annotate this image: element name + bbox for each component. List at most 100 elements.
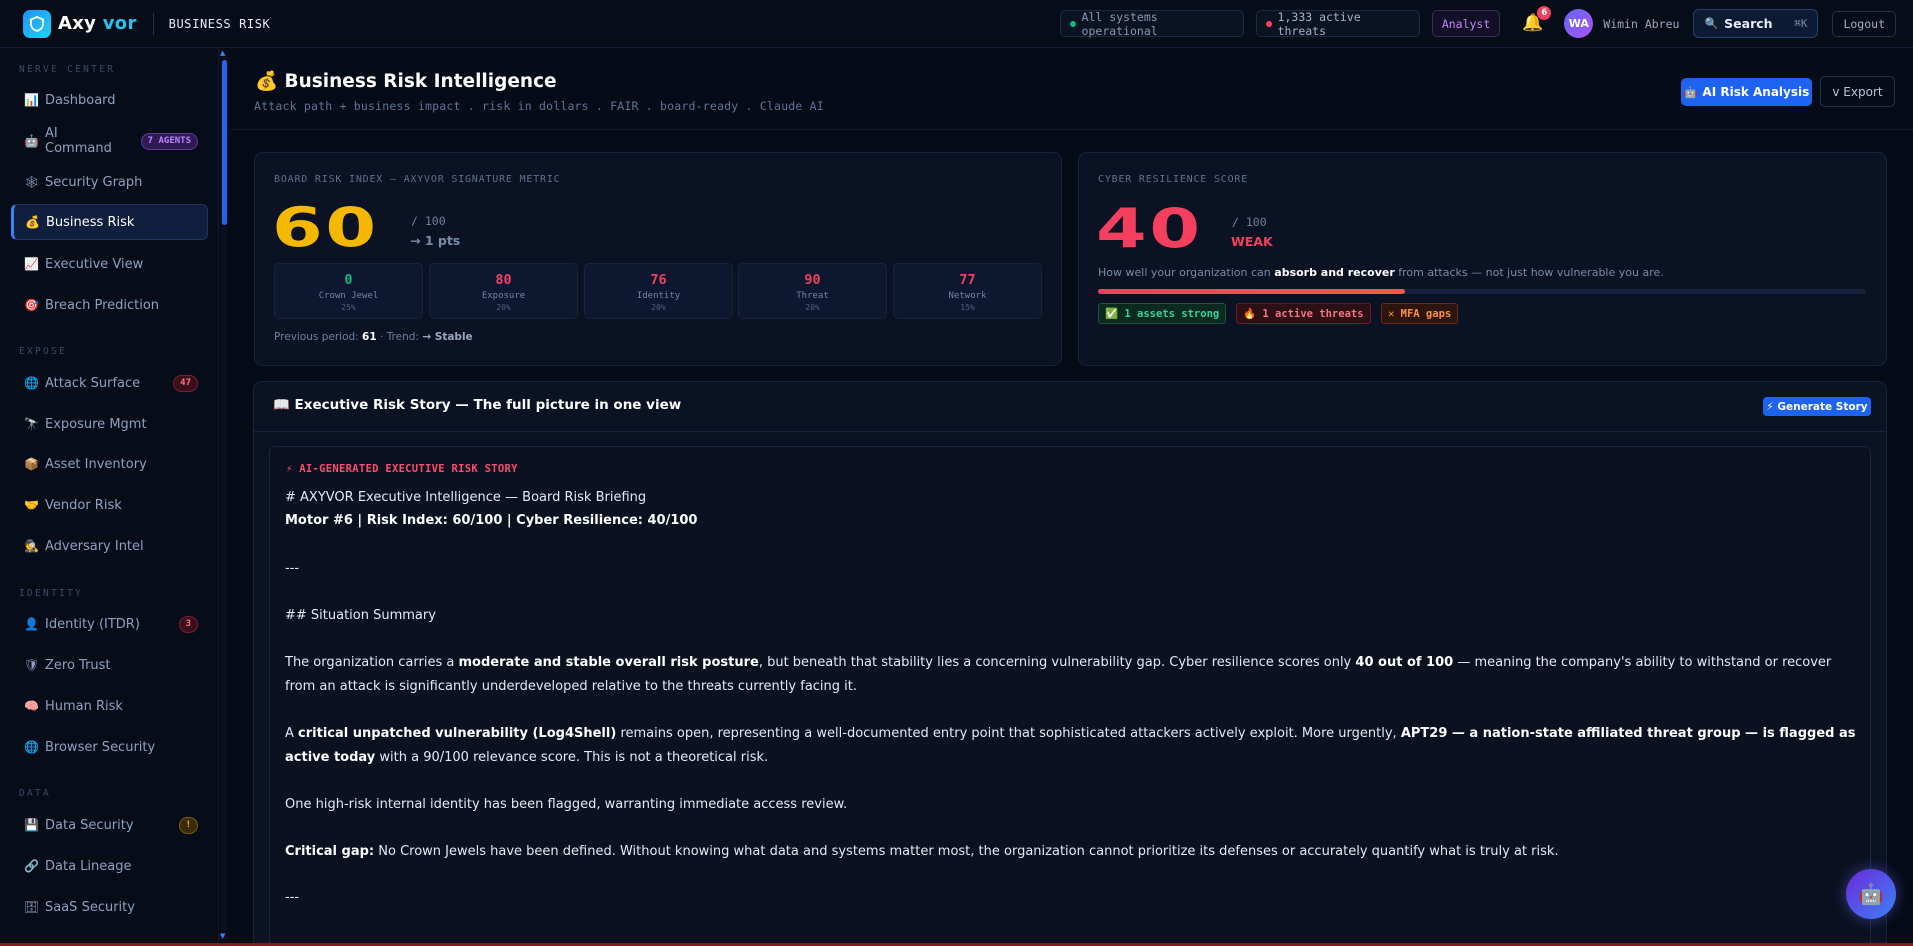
desc-emphasis: absorb and recover [1274,266,1395,279]
story-paragraph-1: The organization carries a moderate and … [285,651,1865,698]
scroll-up-icon[interactable]: ▲ [220,49,225,57]
cyber-resilience-value: 40 [1096,197,1203,260]
factor-value: 80 [495,272,512,288]
logout-button[interactable]: Logout [1832,10,1896,37]
factor-network[interactable]: 77 Network 15% [893,263,1042,319]
search-label: Search [1724,16,1773,31]
count-badge: 3 [178,615,198,633]
brain-icon: 🧠 [24,699,39,713]
sidebar-item-data-lineage[interactable]: 🔗 Data Lineage [11,848,208,884]
user-name[interactable]: Wimin Abreu [1603,17,1679,31]
section-identity: IDENTITY [19,588,84,599]
sidebar-item-executive-view[interactable]: 📈 Executive View [11,246,208,282]
cyber-resilience-rating: WEAK [1231,234,1273,249]
sidebar-item-security-graph[interactable]: 🕸 Security Graph [11,164,208,200]
role-badge[interactable]: Analyst [1431,10,1501,37]
text-emphasis: Critical gap: [285,844,375,859]
sidebar-item-label: Security Graph [45,174,143,190]
status-dot-icon [1069,20,1076,27]
story-meta-text: Motor #6 | Risk Index: 60/100 | Cyber Re… [285,513,698,528]
previous-period-label: Previous period: [274,331,359,343]
situation-summary-heading: ## Situation Summary [285,608,436,623]
active-threats-pill[interactable]: 1,333 active threats [1255,10,1420,38]
factor-identity[interactable]: 76 Identity 20% [584,263,733,319]
ai-risk-analysis-label: AI Risk Analysis [1702,85,1810,99]
assets-strong-tag: ✅ 1 assets strong [1098,303,1227,324]
notification-count-badge: 6 [1537,5,1552,20]
warning-badge: ! [178,816,198,834]
page-title: 💰 Business Risk Intelligence [255,70,557,92]
generate-story-button[interactable]: ⚡ Generate Story [1763,397,1871,416]
factor-weight: 20% [496,303,511,312]
sidebar-item-breach-prediction[interactable]: 🎯 Breach Prediction [11,287,208,323]
search-button[interactable]: 🔍 Search ⌘K [1693,9,1819,38]
story-heading: # AXYVOR Executive Intelligence — Board … [285,490,647,505]
sidebar-item-vendor-risk[interactable]: 🤝 Vendor Risk [11,487,208,523]
factor-value: 90 [804,272,821,288]
sidebar-item-business-risk[interactable]: 💰 Business Risk [11,204,208,240]
sidebar-item-attack-surface[interactable]: 🌐 Attack Surface 47 [11,365,208,401]
robot-icon: 🤖 [24,134,39,148]
factor-name: Threat [796,291,829,301]
robot-icon: 🤖 [1683,85,1698,99]
scroll-down-icon[interactable]: ▼ [220,932,225,940]
sidebar-scrollbar-thumb[interactable] [222,60,227,225]
sidebar-item-browser-security[interactable]: 🌐 Browser Security [11,729,208,765]
chart-icon: 📊 [24,93,39,107]
sidebar-item-dashboard[interactable]: 📊 Dashboard [11,82,208,118]
sidebar-item-asset-inventory[interactable]: 📦 Asset Inventory [11,446,208,482]
section-nerve-center: NERVE CENTER [19,64,116,75]
sidebar-item-label: Breach Prediction [45,297,160,313]
system-status-pill[interactable]: All systems operational [1059,10,1244,38]
avatar[interactable]: WA [1564,9,1594,38]
divider [254,431,1886,432]
sidebar-item-label: Data Lineage [45,858,132,874]
sidebar-item-exposure-mgmt[interactable]: 🔭 Exposure Mgmt [11,406,208,442]
brand[interactable]: Axy vor [23,9,137,38]
story-paragraph-3: One high-risk internal identity has been… [285,797,848,812]
active-threats-tag: 🔥 1 active threats [1236,303,1371,324]
sidebar-item-label: Vendor Risk [45,497,122,513]
sidebar-item-label: Asset Inventory [45,456,147,472]
money-bag-icon: 💰 [25,215,40,229]
agents-badge: 7 AGENTS [140,132,198,150]
factor-weight: 20% [651,303,666,312]
factor-value: 76 [650,272,667,288]
factor-threat[interactable]: 90 Threat 20% [738,263,887,319]
previous-period-value: 61 [362,331,377,343]
cyber-resilience-description: How well your organization can absorb an… [1098,266,1664,279]
resilience-progress-fill [1098,289,1406,294]
sidebar-item-label: Executive View [45,256,144,272]
cyber-resilience-label: CYBER RESILIENCE SCORE [1098,174,1249,185]
trend-chart-icon: 📈 [24,257,39,271]
page-subtitle: Attack path + business impact . risk in … [254,99,824,113]
ai-risk-analysis-button[interactable]: 🤖 AI Risk Analysis [1681,78,1812,106]
page-breadcrumb: BUSINESS RISK [168,16,271,31]
ai-assistant-robot-icon[interactable]: 🤖 [1846,869,1896,919]
notifications-bell-icon[interactable]: 🔔 6 [1522,5,1552,35]
sidebar-item-human-risk[interactable]: 🧠 Human Risk [11,688,208,724]
mfa-gaps-tag: ✕ MFA gaps [1381,303,1459,324]
sidebar-item-label: Identity (ITDR) [45,616,140,632]
text-run: A [285,726,294,741]
threat-dot-icon [1265,20,1272,27]
shield-logo-icon [23,9,51,38]
search-shortcut: ⌘K [1794,17,1808,30]
sidebar-item-identity-itdr[interactable]: 👤 Identity (ITDR) 3 [11,606,208,642]
text-run: The organization carries a [285,655,455,670]
floppy-icon: 💾 [24,818,39,832]
sidebar-item-data-security[interactable]: 💾 Data Security ! [11,807,208,843]
text-run: No Crown Jewels have been defined. Witho… [378,844,1559,859]
export-button[interactable]: v Export [1820,76,1895,107]
factor-crown-jewel[interactable]: 0 Crown Jewel 25% [274,263,423,319]
sidebar-item-ai-command[interactable]: 🤖 AI Command 7 AGENTS [11,123,208,159]
factor-exposure[interactable]: 80 Exposure 20% [429,263,578,319]
trend-label: · Trend: [380,331,419,343]
sidebar-item-adversary-intel[interactable]: 🕵 Adversary Intel [11,528,208,564]
user-icon: 👤 [24,617,39,631]
sidebar-item-label: Exposure Mgmt [45,416,147,432]
factor-value: 77 [959,272,976,288]
sidebar-item-zero-trust[interactable]: 🛡 Zero Trust [11,647,208,683]
brand-name-part1: Axy [58,13,97,34]
sidebar-item-saas-security[interactable]: 🗄 SaaS Security [11,889,208,925]
